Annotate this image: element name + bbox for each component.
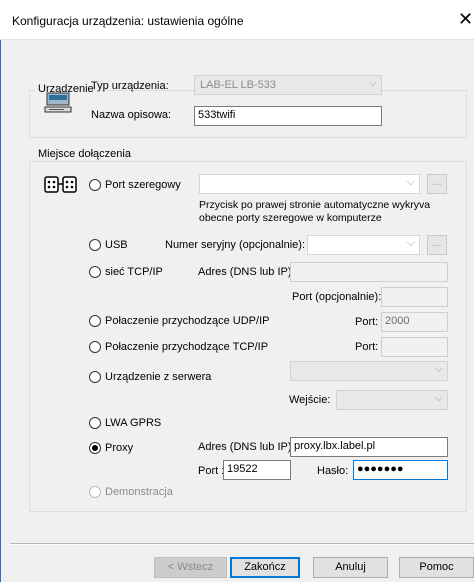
gprs-label: LWA GPRS [105, 417, 162, 429]
tcp-incoming-port-label: Port: [355, 341, 379, 353]
proxy-password-input[interactable]: ●●●●●●● [353, 460, 448, 480]
demo-label: Demonstracja [105, 486, 173, 498]
proxy-port-input[interactable]: 19522 [223, 460, 291, 480]
proxy-port-label: Port : [198, 465, 225, 477]
chevron-down-icon: ⌵ [368, 77, 377, 89]
serial-port-select[interactable]: ⌵ [199, 174, 420, 194]
device-name-input[interactable]: 533twifi [194, 106, 382, 126]
chevron-down-icon: ⌵ [434, 363, 443, 375]
connector-icon [44, 174, 78, 196]
usb-radio[interactable] [89, 239, 101, 251]
connection-group-legend: Miejsce dołączenia [35, 148, 134, 160]
udp-incoming-label: Połaczenie przychodzące UDP/IP [105, 315, 270, 327]
chevron-down-icon: ⌵ [406, 176, 415, 188]
usb-label: USB [105, 239, 128, 251]
server-device-select[interactable]: ⌵ [290, 361, 448, 381]
server-input-select[interactable]: ⌵ [336, 390, 448, 410]
tcp-port-label: Port (opcjonalnie): [292, 291, 382, 303]
chevron-down-icon: ⌵ [406, 237, 415, 249]
server-device-radio[interactable] [89, 371, 101, 383]
udp-port-label: Port: [355, 316, 379, 328]
device-type-value: LAB-EL LB-533 [200, 79, 277, 91]
proxy-label: Proxy [105, 442, 134, 454]
udp-port-input[interactable]: 2000 [381, 312, 448, 332]
tcp-incoming-label: Połaczenie przychodzące TCP/IP [105, 341, 269, 353]
device-type-label: Typ urządzenia: [91, 80, 169, 92]
tcp-incoming-port-input[interactable] [381, 337, 448, 357]
chevron-down-icon: ⌵ [434, 392, 443, 404]
gprs-radio[interactable] [89, 417, 101, 429]
finish-button[interactable]: Zakończ [230, 557, 300, 578]
serial-port-hint: Przycisk po prawej stronie automatyczne … [199, 199, 431, 224]
footer-separator-highlight [10, 544, 474, 545]
proxy-password-label: Hasło: [317, 465, 349, 477]
tcp-port-input[interactable] [381, 287, 448, 307]
device-type-select[interactable]: LAB-EL LB-533 ⌵ [194, 75, 382, 95]
device-name-label: Nazwa opisowa: [91, 109, 172, 121]
serial-port-radio[interactable] [89, 179, 101, 191]
usb-browse-button[interactable]: ... [427, 235, 447, 255]
serial-port-browse-button[interactable]: ... [427, 174, 447, 194]
proxy-radio[interactable] [89, 442, 101, 454]
tcp-label: sieć TCP/IP [105, 266, 163, 278]
tcp-incoming-radio[interactable] [89, 341, 101, 353]
cancel-button[interactable]: Anuluj [313, 557, 388, 578]
tcp-address-label: Adres (DNS lub IP): [198, 266, 295, 278]
device-icon [44, 91, 74, 115]
udp-incoming-radio[interactable] [89, 315, 101, 327]
usb-serial-label: Numer seryjny (opcjonalnie): [165, 239, 305, 251]
window-border [0, 40, 1, 582]
back-button[interactable]: < Wstecz [154, 557, 227, 578]
proxy-address-input[interactable]: proxy.lbx.label.pl [290, 437, 448, 457]
proxy-address-label: Adres (DNS lub IP): [198, 441, 295, 453]
tcp-address-input[interactable] [290, 262, 448, 282]
close-icon[interactable]: ✕ [458, 10, 473, 28]
server-input-label: Wejście: [289, 394, 331, 406]
demo-radio[interactable] [89, 486, 101, 498]
server-device-label: Urządzenie z serwera [105, 371, 212, 383]
serial-port-label: Port szeregowy [105, 179, 181, 191]
window-title: Konfiguracja urządzenia: ustawienia ogól… [12, 14, 244, 28]
help-button[interactable]: Pomoc [399, 557, 474, 578]
tcp-radio[interactable] [89, 266, 101, 278]
usb-serial-select[interactable]: ⌵ [307, 235, 420, 255]
